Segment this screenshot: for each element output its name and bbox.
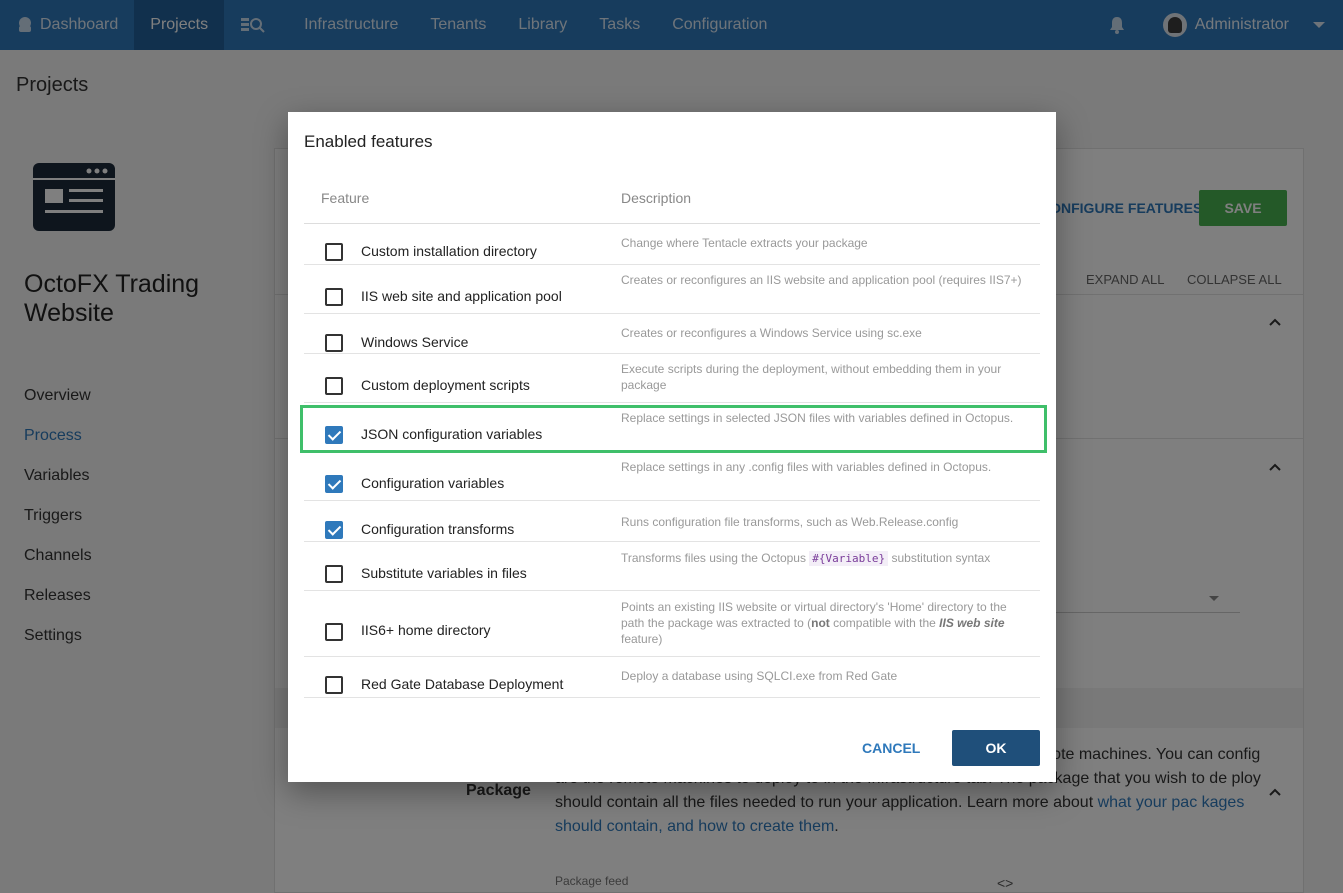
column-header-feature: Feature	[321, 190, 370, 206]
feature-checkbox[interactable]	[325, 623, 343, 641]
feature-description: Execute scripts during the deployment, w…	[621, 362, 1002, 392]
feature-name: Windows Service	[361, 334, 469, 350]
feature-row[interactable]: Windows Service Creates or reconfigures …	[304, 314, 1040, 354]
feature-checkbox[interactable]	[325, 521, 343, 539]
feature-checkbox[interactable]	[325, 475, 343, 493]
feature-row[interactable]: Custom installation directory Change whe…	[304, 224, 1040, 265]
ok-button[interactable]: OK	[952, 730, 1040, 766]
feature-name: Custom deployment scripts	[361, 377, 530, 393]
feature-row[interactable]: Configuration variables Replace settings…	[304, 452, 1040, 501]
feature-description: Creates or reconfigures an IIS website a…	[621, 273, 1022, 287]
highlight-annotation	[300, 405, 1047, 453]
feature-description: Deploy a database using SQLCI.exe from R…	[621, 669, 898, 683]
dialog-title: Enabled features	[304, 132, 433, 151]
feature-name: IIS6+ home directory	[361, 622, 491, 638]
feature-description: Runs configuration file transforms, such…	[621, 515, 959, 529]
feature-description: Creates or reconfigures a Windows Servic…	[621, 326, 922, 340]
feature-row[interactable]: IIS6+ home directory Points an existing …	[304, 591, 1040, 657]
feature-checkbox[interactable]	[325, 565, 343, 583]
feature-name: Substitute variables in files	[361, 565, 527, 581]
feature-checkbox[interactable]	[325, 288, 343, 306]
feature-description: Change where Tentacle extracts your pack…	[621, 236, 868, 250]
feature-description: Replace settings in any .config files wi…	[621, 460, 992, 474]
feature-checkbox[interactable]	[325, 377, 343, 395]
cancel-button[interactable]: CANCEL	[862, 740, 920, 756]
feature-row[interactable]: Configuration transforms Runs configurat…	[304, 501, 1040, 542]
feature-name: Configuration transforms	[361, 521, 515, 537]
feature-checkbox[interactable]	[325, 334, 343, 352]
feature-description: Points an existing IIS website or virtua…	[621, 600, 1007, 646]
column-header-description: Description	[621, 190, 692, 206]
feature-checkbox[interactable]	[325, 676, 343, 694]
feature-row[interactable]: Red Gate Database Deployment Deploy a da…	[304, 657, 1040, 698]
feature-checkbox[interactable]	[325, 243, 343, 261]
feature-name: Custom installation directory	[361, 243, 537, 259]
feature-name: Red Gate Database Deployment	[361, 676, 564, 692]
feature-row[interactable]: Custom deployment scripts Execute script…	[304, 354, 1040, 403]
feature-row[interactable]: Substitute variables in files Transforms…	[304, 542, 1040, 591]
variable-code-sample: #{Variable}	[809, 551, 889, 566]
feature-row[interactable]: IIS web site and application pool Create…	[304, 265, 1040, 314]
feature-description: Transforms files using the Octopus #{Var…	[621, 551, 991, 566]
feature-name: IIS web site and application pool	[361, 288, 562, 304]
feature-name: Configuration variables	[361, 475, 505, 491]
